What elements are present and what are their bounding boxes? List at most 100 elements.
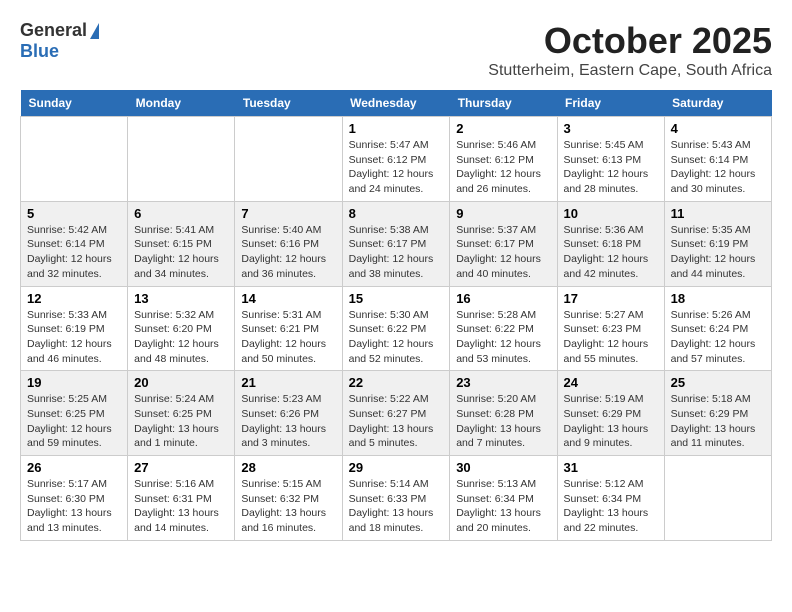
day-info: Sunrise: 5:12 AMSunset: 6:34 PMDaylight:… — [564, 477, 658, 536]
table-row: 26 Sunrise: 5:17 AMSunset: 6:30 PMDayligh… — [21, 456, 128, 541]
day-number: 12 — [27, 291, 121, 306]
calendar-week-row: 12 Sunrise: 5:33 AMSunset: 6:19 PMDayligh… — [21, 286, 772, 371]
day-info: Sunrise: 5:18 AMSunset: 6:29 PMDaylight:… — [671, 392, 765, 451]
header-tuesday: Tuesday — [235, 90, 342, 117]
day-info: Sunrise: 5:14 AMSunset: 6:33 PMDaylight:… — [349, 477, 444, 536]
day-number: 14 — [241, 291, 335, 306]
day-number: 23 — [456, 375, 550, 390]
table-row — [235, 117, 342, 202]
day-info: Sunrise: 5:40 AMSunset: 6:16 PMDaylight:… — [241, 223, 335, 282]
day-number: 25 — [671, 375, 765, 390]
table-row: 11 Sunrise: 5:35 AMSunset: 6:19 PMDayligh… — [664, 201, 771, 286]
day-info: Sunrise: 5:31 AMSunset: 6:21 PMDaylight:… — [241, 308, 335, 367]
day-number: 27 — [134, 460, 228, 475]
day-info: Sunrise: 5:33 AMSunset: 6:19 PMDaylight:… — [27, 308, 121, 367]
table-row — [664, 456, 771, 541]
table-row: 14 Sunrise: 5:31 AMSunset: 6:21 PMDayligh… — [235, 286, 342, 371]
day-number: 8 — [349, 206, 444, 221]
day-info: Sunrise: 5:47 AMSunset: 6:12 PMDaylight:… — [349, 138, 444, 197]
day-number: 19 — [27, 375, 121, 390]
day-info: Sunrise: 5:26 AMSunset: 6:24 PMDaylight:… — [671, 308, 765, 367]
day-number: 4 — [671, 121, 765, 136]
table-row: 28Sunrise: 5:15 AMSunset: 6:32 PMDayligh… — [235, 456, 342, 541]
day-info: Sunrise: 5:46 AMSunset: 6:12 PMDaylight:… — [456, 138, 550, 197]
day-info: Sunrise: 5:22 AMSunset: 6:27 PMDaylight:… — [349, 392, 444, 451]
day-info: Sunrise: 5:36 AMSunset: 6:18 PMDaylight:… — [564, 223, 658, 282]
header-sunday: Sunday — [21, 90, 128, 117]
day-info: Sunrise: 5:30 AMSunset: 6:22 PMDaylight:… — [349, 308, 444, 367]
table-row: 2 Sunrise: 5:46 AMSunset: 6:12 PMDaylight… — [450, 117, 557, 202]
title-area: October 2025 Stutterheim, Eastern Cape, … — [488, 20, 772, 80]
calendar: Sunday Monday Tuesday Wednesday Thursday… — [20, 90, 772, 541]
logo: General Blue — [20, 20, 99, 62]
table-row: 16 Sunrise: 5:28 AMSunset: 6:22 PMDayligh… — [450, 286, 557, 371]
day-info: Sunrise: 5:27 AMSunset: 6:23 PMDaylight:… — [564, 308, 658, 367]
day-info: Sunrise: 5:28 AMSunset: 6:22 PMDaylight:… — [456, 308, 550, 367]
day-number: 3 — [564, 121, 658, 136]
day-info: Sunrise: 5:45 AMSunset: 6:13 PMDaylight:… — [564, 138, 658, 197]
day-info: Sunrise: 5:25 AMSunset: 6:25 PMDaylight:… — [27, 392, 121, 451]
logo-triangle-icon — [90, 23, 99, 39]
header-wednesday: Wednesday — [342, 90, 450, 117]
header-monday: Monday — [128, 90, 235, 117]
table-row: 10 Sunrise: 5:36 AMSunset: 6:18 PMDayligh… — [557, 201, 664, 286]
table-row: 29Sunrise: 5:14 AMSunset: 6:33 PMDayligh… — [342, 456, 450, 541]
table-row: 30 Sunrise: 5:13 AMSunset: 6:34 PMDayligh… — [450, 456, 557, 541]
day-info: Sunrise: 5:37 AMSunset: 6:17 PMDaylight:… — [456, 223, 550, 282]
day-number: 2 — [456, 121, 550, 136]
day-number: 16 — [456, 291, 550, 306]
day-number: 30 — [456, 460, 550, 475]
day-info: Sunrise: 5:17 AMSunset: 6:30 PMDaylight:… — [27, 477, 121, 536]
table-row — [21, 117, 128, 202]
table-row: 6 Sunrise: 5:41 AMSunset: 6:15 PMDaylight… — [128, 201, 235, 286]
day-info: Sunrise: 5:20 AMSunset: 6:28 PMDaylight:… — [456, 392, 550, 451]
calendar-week-row: 1 Sunrise: 5:47 AMSunset: 6:12 PMDaylight… — [21, 117, 772, 202]
header-friday: Friday — [557, 90, 664, 117]
day-number: 10 — [564, 206, 658, 221]
header: General Blue October 2025 Stutterheim, E… — [20, 20, 772, 80]
table-row: 24 Sunrise: 5:19 AMSunset: 6:29 PMDayligh… — [557, 371, 664, 456]
logo-blue: Blue — [20, 41, 59, 61]
header-thursday: Thursday — [450, 90, 557, 117]
day-info: Sunrise: 5:43 AMSunset: 6:14 PMDaylight:… — [671, 138, 765, 197]
page-subtitle: Stutterheim, Eastern Cape, South Africa — [488, 62, 772, 80]
table-row: 18Sunrise: 5:26 AMSunset: 6:24 PMDayligh… — [664, 286, 771, 371]
table-row: 12 Sunrise: 5:33 AMSunset: 6:19 PMDayligh… — [21, 286, 128, 371]
table-row: 17Sunrise: 5:27 AMSunset: 6:23 PMDayligh… — [557, 286, 664, 371]
calendar-week-row: 5Sunrise: 5:42 AMSunset: 6:14 PMDaylight… — [21, 201, 772, 286]
day-info: Sunrise: 5:13 AMSunset: 6:34 PMDaylight:… — [456, 477, 550, 536]
day-info: Sunrise: 5:24 AMSunset: 6:25 PMDaylight:… — [134, 392, 228, 451]
day-number: 26 — [27, 460, 121, 475]
table-row: 15 Sunrise: 5:30 AMSunset: 6:22 PMDayligh… — [342, 286, 450, 371]
table-row: 13Sunrise: 5:32 AMSunset: 6:20 PMDayligh… — [128, 286, 235, 371]
table-row: 31Sunrise: 5:12 AMSunset: 6:34 PMDayligh… — [557, 456, 664, 541]
day-number: 24 — [564, 375, 658, 390]
day-number: 15 — [349, 291, 444, 306]
logo-general: General — [20, 20, 87, 41]
table-row: 1 Sunrise: 5:47 AMSunset: 6:12 PMDaylight… — [342, 117, 450, 202]
day-number: 11 — [671, 206, 765, 221]
day-number: 22 — [349, 375, 444, 390]
day-info: Sunrise: 5:41 AMSunset: 6:15 PMDaylight:… — [134, 223, 228, 282]
day-info: Sunrise: 5:23 AMSunset: 6:26 PMDaylight:… — [241, 392, 335, 451]
day-number: 7 — [241, 206, 335, 221]
table-row: 4 Sunrise: 5:43 AMSunset: 6:14 PMDaylight… — [664, 117, 771, 202]
day-number: 6 — [134, 206, 228, 221]
table-row: 21Sunrise: 5:23 AMSunset: 6:26 PMDayligh… — [235, 371, 342, 456]
day-info: Sunrise: 5:19 AMSunset: 6:29 PMDaylight:… — [564, 392, 658, 451]
table-row: 8Sunrise: 5:38 AMSunset: 6:17 PMDaylight… — [342, 201, 450, 286]
calendar-header-row: Sunday Monday Tuesday Wednesday Thursday… — [21, 90, 772, 117]
day-info: Sunrise: 5:35 AMSunset: 6:19 PMDaylight:… — [671, 223, 765, 282]
day-info: Sunrise: 5:42 AMSunset: 6:14 PMDaylight:… — [27, 223, 121, 282]
table-row: 5Sunrise: 5:42 AMSunset: 6:14 PMDaylight… — [21, 201, 128, 286]
page-title: October 2025 — [488, 20, 772, 62]
table-row: 27 Sunrise: 5:16 AMSunset: 6:31 PMDayligh… — [128, 456, 235, 541]
day-number: 1 — [349, 121, 444, 136]
day-info: Sunrise: 5:16 AMSunset: 6:31 PMDaylight:… — [134, 477, 228, 536]
table-row: 9Sunrise: 5:37 AMSunset: 6:17 PMDaylight… — [450, 201, 557, 286]
table-row: 20Sunrise: 5:24 AMSunset: 6:25 PMDayligh… — [128, 371, 235, 456]
table-row: 3 Sunrise: 5:45 AMSunset: 6:13 PMDaylight… — [557, 117, 664, 202]
day-info: Sunrise: 5:15 AMSunset: 6:32 PMDaylight:… — [241, 477, 335, 536]
day-number: 13 — [134, 291, 228, 306]
table-row: 19 Sunrise: 5:25 AMSunset: 6:25 PMDayligh… — [21, 371, 128, 456]
